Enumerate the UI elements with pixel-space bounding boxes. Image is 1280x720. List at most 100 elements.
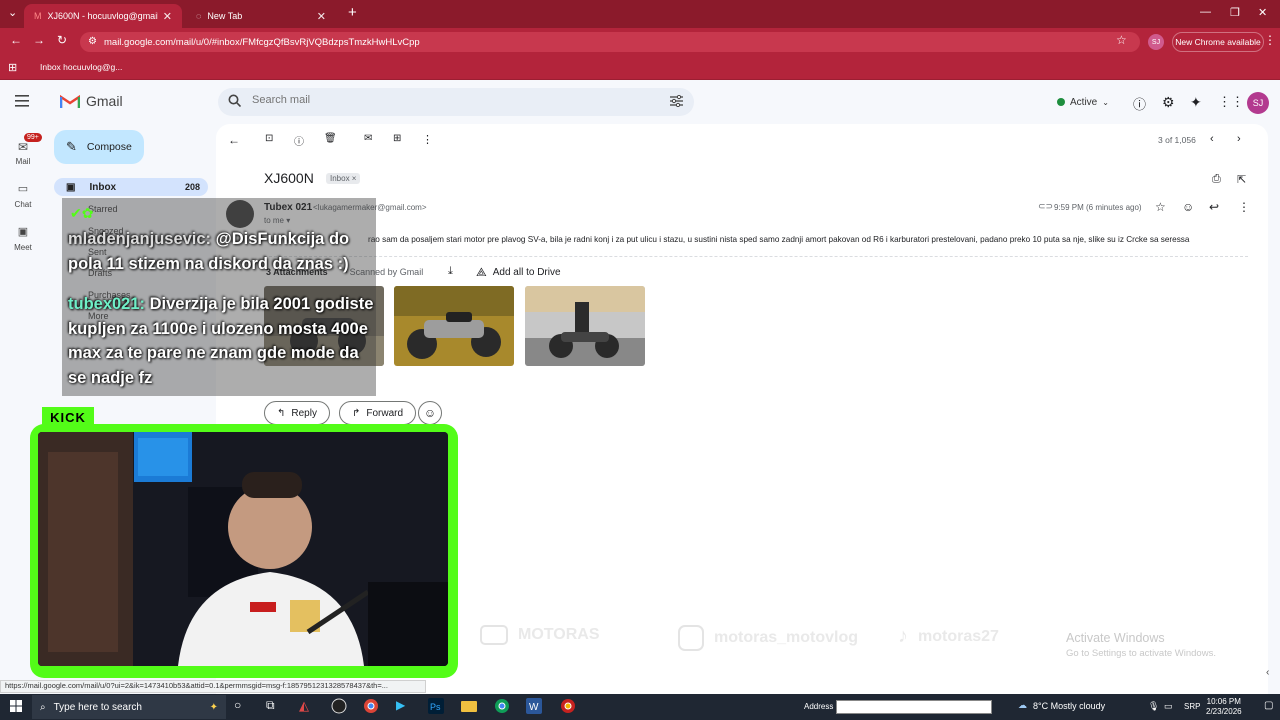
forward-button[interactable]: ↱ Forward	[339, 401, 417, 425]
older-chevron-icon[interactable]: ›	[1237, 133, 1241, 145]
notifications-icon[interactable]: ▢	[1264, 700, 1273, 711]
chrome-active-icon[interactable]	[560, 698, 578, 716]
photoshop-icon[interactable]: Ps	[428, 698, 446, 716]
obs-icon[interactable]	[331, 698, 349, 716]
mail-rail-icon[interactable]: ✉	[8, 140, 38, 154]
windows-start-icon[interactable]	[10, 700, 22, 712]
taskbar-search[interactable]: ⌕ Type here to search ✦	[32, 695, 226, 719]
site-info-icon[interactable]: ⚙	[88, 36, 97, 47]
print-icon[interactable]: ⎙	[1212, 173, 1221, 186]
network-icon[interactable]: ▭	[1164, 701, 1173, 712]
clock-time: 10:06 PM	[1206, 697, 1241, 706]
message-more-icon[interactable]: ⋮	[1238, 200, 1250, 214]
back-to-inbox-icon[interactable]: ←	[228, 133, 240, 147]
reply-arrow-icon[interactable]: ↩	[1209, 200, 1219, 214]
forward-icon[interactable]: →	[33, 33, 45, 47]
weather-text: 8°C Mostly cloudy	[1033, 700, 1106, 711]
attachment-thumbnail[interactable]	[394, 286, 514, 366]
chat-badge-icon: ✔✿	[70, 205, 94, 221]
vscode-icon[interactable]: ▶	[396, 698, 414, 716]
report-spam-icon[interactable]: ⓘ	[294, 133, 304, 148]
chat-rail-icon[interactable]: ▭	[8, 182, 38, 195]
attachment-thumbnail[interactable]	[525, 286, 645, 366]
address-toolbar-input[interactable]	[836, 700, 992, 714]
social-handle: motoras27	[918, 627, 999, 645]
reply-button[interactable]: ↰ Reply	[264, 401, 330, 425]
clock[interactable]: 10:06 PM 2/23/2026	[1206, 697, 1242, 717]
menu-kebab-icon[interactable]: ⋮	[1264, 33, 1276, 47]
close-tab-icon[interactable]: ✕	[163, 10, 172, 23]
compose-button[interactable]: ✎ Compose	[54, 130, 144, 164]
side-panel-chevron-icon[interactable]: ‹	[1266, 667, 1269, 678]
meet-rail-icon[interactable]: ▣	[8, 225, 38, 238]
sidebar-item-inbox[interactable]: ▣ Inbox 208	[54, 178, 208, 196]
search-icon[interactable]	[228, 94, 241, 107]
back-icon[interactable]: ←	[10, 33, 22, 47]
mic-icon[interactable]: 🎙	[1148, 701, 1159, 712]
emoji-react-icon[interactable]: ☺	[1182, 200, 1194, 214]
chrome-icon[interactable]	[363, 698, 381, 716]
search-highlight-icon: ✦	[209, 701, 218, 713]
status-active-dropdown[interactable]: Active ⌄	[1050, 91, 1118, 113]
globe-icon: ◌	[196, 11, 202, 21]
close-window-button[interactable]: ✕	[1258, 6, 1267, 19]
mark-unread-icon[interactable]: ✉	[364, 133, 372, 144]
download-all-icon[interactable]: ⤓	[448, 265, 453, 278]
message-subject: XJ600N	[264, 170, 314, 186]
cortana-icon[interactable]: ○	[234, 698, 252, 716]
add-reaction-button[interactable]: ☺	[418, 401, 442, 425]
social-handle: MOTORAS	[518, 626, 600, 643]
svg-text:W: W	[529, 702, 539, 713]
add-all-to-drive-button[interactable]: ⟁ Add all to Drive	[476, 265, 561, 280]
app-icon-red[interactable]: ◭	[299, 698, 317, 716]
gmail-logo[interactable]: Gmail	[60, 93, 123, 109]
tab-new-tab[interactable]: ◌ New Tab ✕	[186, 4, 336, 28]
word-icon[interactable]: W	[526, 698, 544, 716]
settings-gear-icon[interactable]: ⚙	[1162, 94, 1175, 111]
tiktok-icon: ♪	[898, 625, 908, 647]
close-tab-icon[interactable]: ✕	[317, 10, 326, 23]
tab-search-icon[interactable]: ⌄	[8, 6, 17, 19]
reload-icon[interactable]: ↻	[57, 33, 67, 47]
compose-label: Compose	[86, 141, 132, 153]
star-icon[interactable]: ☆	[1155, 200, 1166, 214]
bookmark-inbox[interactable]: Inbox hocuuvlog@g...	[40, 62, 122, 72]
bookmark-star-icon[interactable]: ☆	[1116, 33, 1127, 47]
new-chrome-button[interactable]: New Chrome available	[1172, 32, 1264, 52]
google-apps-icon[interactable]: ⋮⋮	[1218, 94, 1244, 110]
social-handle: motoras_motovlog	[714, 629, 859, 646]
task-view-icon[interactable]: ⧉	[266, 698, 284, 716]
more-options-icon[interactable]: ⋮	[422, 133, 433, 146]
attachments-divider	[264, 256, 1248, 257]
profile-avatar[interactable]: SJ	[1148, 34, 1164, 50]
apps-grid-icon[interactable]: ⊞	[8, 61, 17, 74]
minimize-button[interactable]: —	[1200, 6, 1211, 18]
search-icon: ⌕	[40, 701, 46, 713]
search-input[interactable]	[252, 94, 652, 106]
tab-label: New Tab	[207, 11, 243, 21]
pager-text: 3 of 1,056	[1158, 135, 1196, 145]
social-instagram: motoras_motovlog	[678, 625, 858, 651]
newer-chevron-icon[interactable]: ‹	[1210, 133, 1214, 145]
help-icon[interactable]: ⓘ	[1133, 94, 1146, 113]
url-text[interactable]: mail.google.com/mail/u/0/#inbox/FMfcgzQf…	[104, 37, 420, 48]
inbox-label-chip[interactable]: Inbox ×	[326, 173, 361, 184]
new-tab-button[interactable]: +	[348, 4, 357, 21]
archive-icon[interactable]: ⊡	[265, 133, 273, 144]
language-indicator[interactable]: SRP	[1184, 702, 1200, 711]
tab-gmail[interactable]: M XJ600N - hocuuvlog@gmail.co ✕	[24, 4, 182, 28]
maximize-button[interactable]: ❐	[1230, 6, 1240, 19]
delete-icon[interactable]: 🗑	[324, 133, 337, 144]
account-avatar[interactable]: SJ	[1247, 92, 1269, 114]
weather-widget[interactable]: ☁ 8°C Mostly cloudy	[1018, 700, 1105, 711]
main-menu-icon[interactable]	[15, 95, 29, 107]
move-to-icon[interactable]: ⊞	[393, 133, 401, 144]
bookmarks-bar	[0, 56, 1280, 80]
chrome-icon[interactable]	[494, 698, 512, 716]
search-options-icon[interactable]	[670, 95, 683, 107]
file-explorer-icon[interactable]	[461, 698, 479, 716]
gemini-sparkle-icon[interactable]: ✦	[1190, 94, 1202, 111]
kick-logo: KICK	[42, 407, 94, 427]
open-new-window-icon[interactable]: ⇱	[1237, 173, 1246, 186]
emoji-icon: ☺	[423, 406, 437, 420]
